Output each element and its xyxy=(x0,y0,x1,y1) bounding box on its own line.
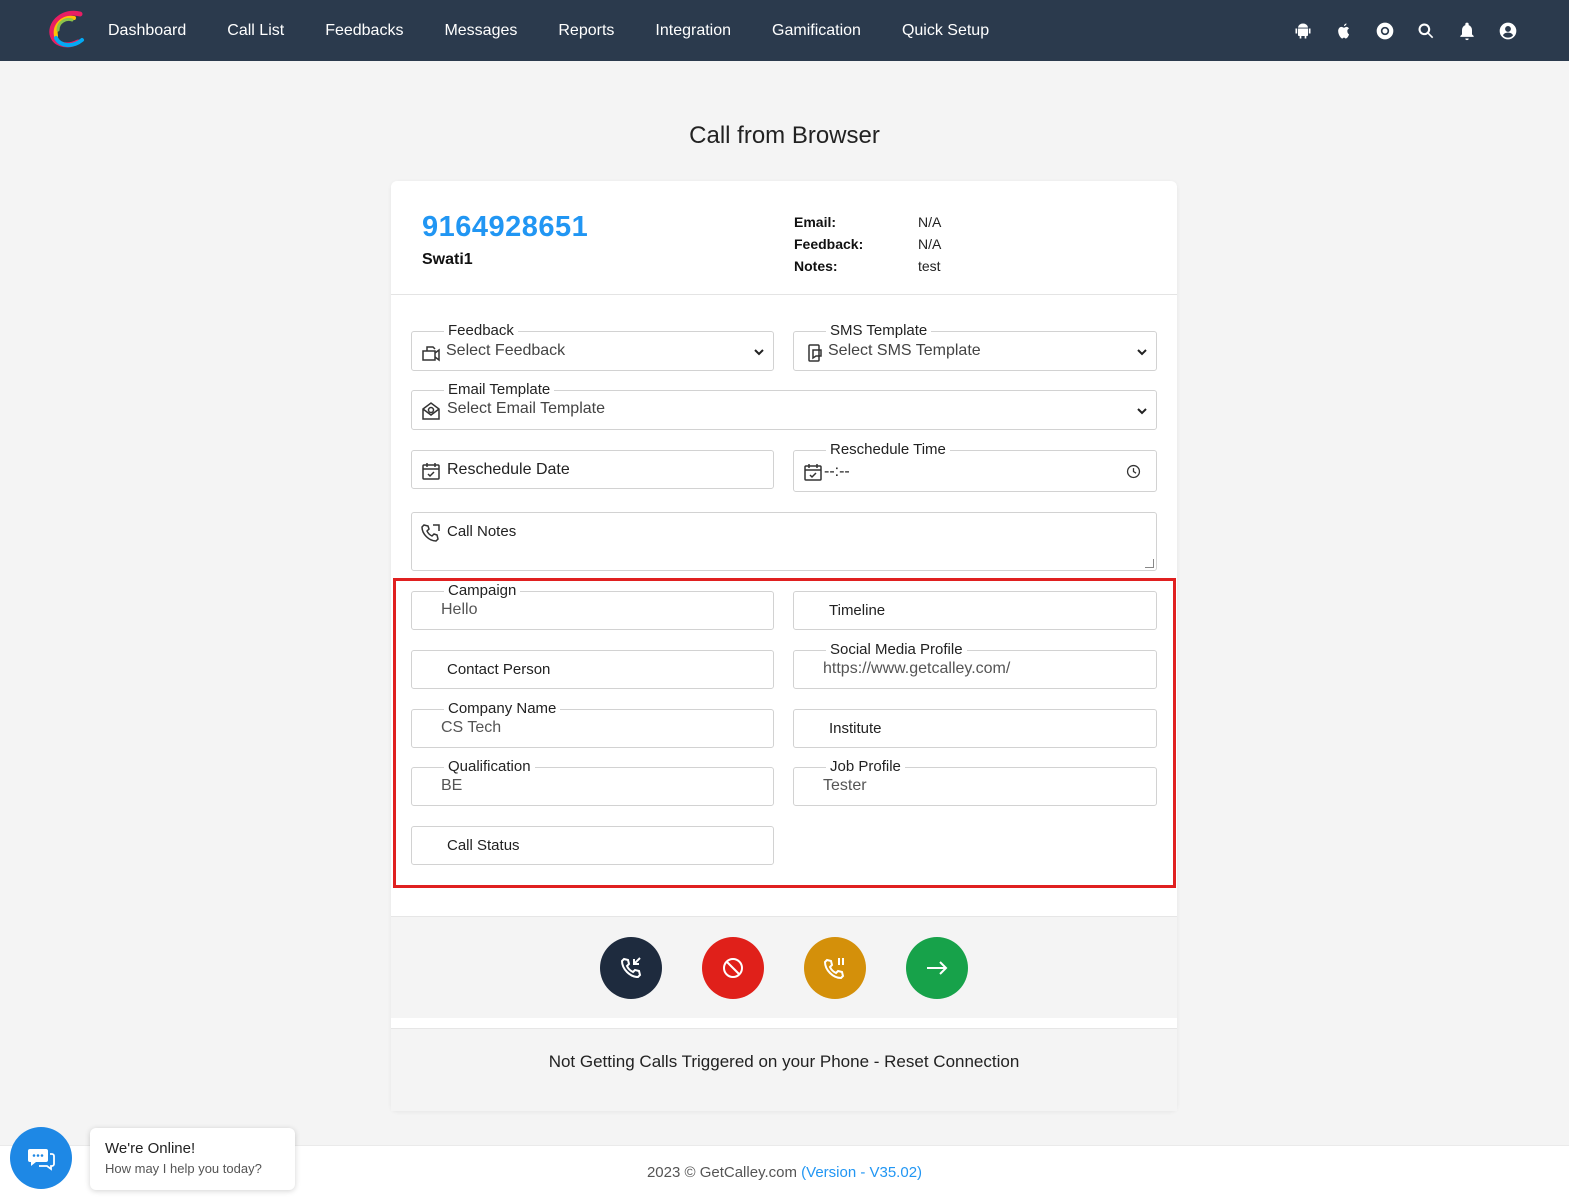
reschedule-time-value: --:-- xyxy=(824,463,850,480)
nav-integration[interactable]: Integration xyxy=(655,22,731,40)
qualification-field[interactable]: Qualification BE xyxy=(411,758,774,806)
nav-messages[interactable]: Messages xyxy=(444,22,517,40)
nav-icon-group xyxy=(1273,0,1519,61)
reschedule-time-input[interactable]: Reschedule Time --:-- xyxy=(793,441,1157,492)
block-call-button[interactable] xyxy=(702,937,764,999)
institute-field[interactable]: Institute xyxy=(793,709,1157,748)
chevron-down-icon xyxy=(1136,404,1148,416)
calley-logo[interactable] xyxy=(44,8,88,52)
textarea-resize-handle[interactable] xyxy=(1145,559,1154,568)
campaign-value: Hello xyxy=(441,601,478,618)
chat-icon xyxy=(28,1149,55,1171)
version-link[interactable]: (Version - V35.02) xyxy=(801,1164,922,1181)
sms-template-label: SMS Template xyxy=(826,322,932,340)
block-icon xyxy=(723,958,743,978)
qualification-label: Qualification xyxy=(444,758,535,776)
campaign-label: Campaign xyxy=(444,582,521,600)
chat-title: We're Online! xyxy=(105,1140,196,1157)
reset-connection-link[interactable]: Not Getting Calls Triggered on your Phon… xyxy=(549,1052,1020,1072)
email-value: N/A xyxy=(918,214,942,230)
calendar-icon xyxy=(803,462,823,482)
help-lifebuoy-icon[interactable] xyxy=(1374,20,1396,42)
call-notes-placeholder: Call Notes xyxy=(447,523,517,540)
notes-value: test xyxy=(918,258,941,274)
email-template-placeholder: Select Email Template xyxy=(447,400,605,417)
chat-subtitle: How may I help you today? xyxy=(105,1161,262,1176)
chevron-down-icon xyxy=(753,345,765,357)
user-account-icon[interactable] xyxy=(1497,20,1519,42)
call-notes-textarea[interactable]: Call Notes xyxy=(411,512,1157,571)
phone-pause-icon xyxy=(823,958,845,980)
reschedule-time-label: Reschedule Time xyxy=(826,441,950,459)
top-navbar: Dashboard Call List Feedbacks Messages R… xyxy=(0,0,1569,61)
dial-call-button[interactable] xyxy=(600,937,662,999)
reset-connection-bar: Not Getting Calls Triggered on your Phon… xyxy=(391,1028,1177,1111)
qualification-value: BE xyxy=(441,777,463,794)
bell-icon[interactable] xyxy=(1456,20,1478,42)
arrow-right-icon xyxy=(927,961,948,975)
nav-dashboard[interactable]: Dashboard xyxy=(108,22,186,40)
contact-phone: 9164928651 xyxy=(422,211,589,243)
company-name-value: CS Tech xyxy=(441,719,502,736)
phone-notes-icon xyxy=(421,522,441,542)
email-envelope-icon xyxy=(421,401,441,421)
page-title: Call from Browser xyxy=(689,122,880,149)
email-template-select[interactable]: Email Template Select Email Template xyxy=(411,381,1157,430)
chat-greeting-bubble[interactable]: We're Online! How may I help you today? xyxy=(90,1128,295,1190)
nav-gamification[interactable]: Gamification xyxy=(772,22,861,40)
nav-quick-setup[interactable]: Quick Setup xyxy=(902,22,989,40)
company-name-label: Company Name xyxy=(444,700,561,718)
feedback-field-label: Feedback xyxy=(444,322,518,340)
contact-person-placeholder: Contact Person xyxy=(447,661,551,678)
call-action-bar xyxy=(391,916,1177,1018)
calendar-icon xyxy=(421,461,441,481)
campaign-field[interactable]: Campaign Hello xyxy=(411,582,774,630)
job-profile-label: Job Profile xyxy=(826,758,905,776)
social-media-value: https://www.getcalley.com/ xyxy=(823,660,1011,677)
hold-call-button[interactable] xyxy=(804,937,866,999)
phone-incoming-icon xyxy=(620,957,642,979)
contact-name: Swati1 xyxy=(422,251,473,268)
sms-device-icon xyxy=(805,343,825,363)
company-name-field[interactable]: Company Name CS Tech xyxy=(411,700,774,748)
reschedule-date-placeholder: Reschedule Date xyxy=(447,461,570,478)
chat-launcher-button[interactable] xyxy=(10,1127,72,1189)
main-nav: Dashboard Call List Feedbacks Messages R… xyxy=(108,0,1030,61)
feedback-icon xyxy=(421,343,441,363)
social-media-label: Social Media Profile xyxy=(826,641,967,659)
job-profile-field[interactable]: Job Profile Tester xyxy=(793,758,1157,806)
feedback-placeholder: Select Feedback xyxy=(446,342,566,359)
nav-call-list[interactable]: Call List xyxy=(227,22,284,40)
contact-meta: Email: N/A Feedback: N/A Notes: test xyxy=(794,214,941,280)
email-template-label: Email Template xyxy=(444,381,555,399)
next-call-button[interactable] xyxy=(906,937,968,999)
contact-person-field[interactable]: Contact Person xyxy=(411,650,774,689)
social-media-field[interactable]: Social Media Profile https://www.getcall… xyxy=(793,641,1157,689)
sms-template-placeholder: Select SMS Template xyxy=(828,342,981,359)
nav-feedbacks[interactable]: Feedbacks xyxy=(325,22,403,40)
notes-label: Notes: xyxy=(794,258,838,274)
android-icon[interactable] xyxy=(1292,20,1314,42)
feedback-select[interactable]: Feedback Select Feedback xyxy=(411,322,774,371)
search-icon[interactable] xyxy=(1415,20,1437,42)
call-status-field[interactable]: Call Status xyxy=(411,826,774,865)
institute-placeholder: Institute xyxy=(829,720,882,737)
timeline-field[interactable]: Timeline xyxy=(793,591,1157,630)
email-label: Email: xyxy=(794,214,837,230)
timeline-placeholder: Timeline xyxy=(829,602,886,619)
reschedule-date-input[interactable]: Reschedule Date xyxy=(411,450,774,489)
call-status-placeholder: Call Status xyxy=(447,837,520,854)
sms-template-select[interactable]: SMS Template Select SMS Template xyxy=(793,322,1157,371)
feedback-value: N/A xyxy=(918,236,942,252)
apple-icon[interactable] xyxy=(1333,20,1355,42)
copyright-text: 2023 © GetCalley.com xyxy=(646,1164,797,1181)
chevron-down-icon xyxy=(1136,345,1148,357)
contact-header: 9164928651 Swati1 Email: N/A Feedback: N/A… xyxy=(391,181,1177,295)
feedback-label: Feedback: xyxy=(794,236,864,252)
job-profile-value: Tester xyxy=(823,777,867,794)
nav-reports[interactable]: Reports xyxy=(558,22,614,40)
clock-icon[interactable] xyxy=(1125,463,1142,480)
